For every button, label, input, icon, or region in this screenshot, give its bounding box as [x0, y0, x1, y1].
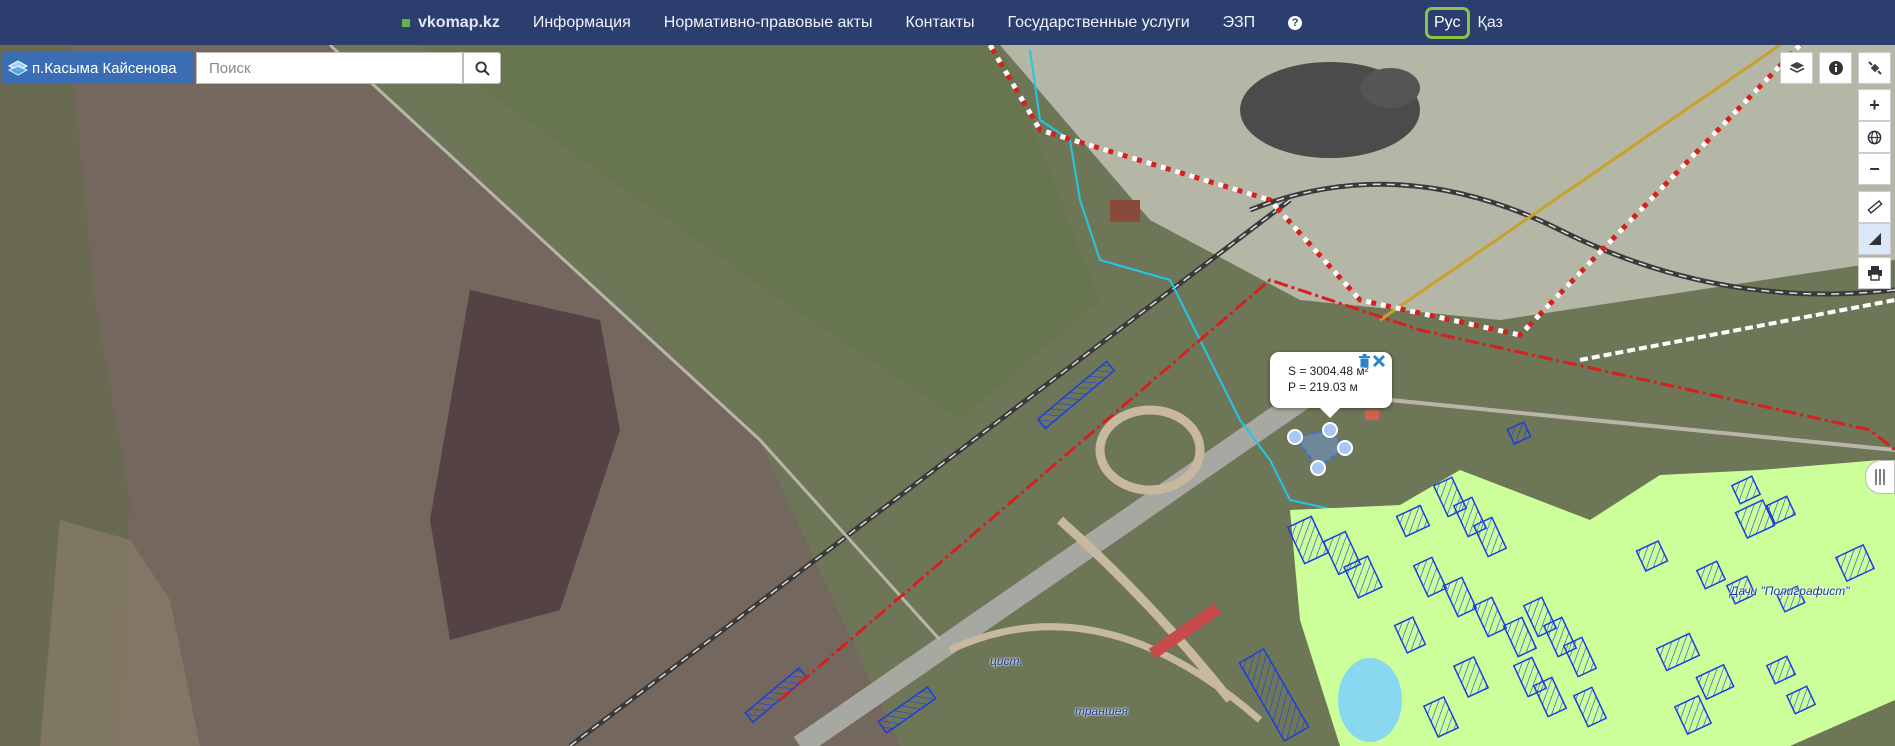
satellite-map[interactable]: [0, 45, 1895, 746]
nav-item-contacts[interactable]: Контакты: [905, 14, 974, 32]
nav-item-legal-acts[interactable]: Нормативно-правовые акты: [664, 14, 873, 32]
plus-icon: +: [1869, 94, 1880, 115]
lake-inner: [1360, 68, 1420, 108]
ruler-icon: [1866, 199, 1883, 215]
building: [1110, 200, 1140, 222]
measure-distance-button[interactable]: [1858, 191, 1891, 223]
main-nav: vkomap.kz Информация Нормативно-правовые…: [402, 0, 1335, 45]
layers-stack-icon: [1789, 62, 1804, 73]
popup-actions: [1358, 354, 1386, 368]
globe-icon: [1867, 130, 1882, 144]
measure-vertex[interactable]: [1322, 422, 1338, 438]
brand-link[interactable]: vkomap.kz: [402, 14, 500, 32]
pond: [1338, 658, 1402, 742]
top-navigation-bar: vkomap.kz Информация Нормативно-правовые…: [0, 0, 1895, 45]
info-button[interactable]: [1819, 52, 1852, 84]
measurement-popup: S = 3004.48 м² P = 219.03 м: [1270, 352, 1392, 418]
map-label-cist: цист.: [990, 654, 1023, 668]
brand-text: vkomap.kz: [418, 13, 500, 31]
location-selector-button[interactable]: п.Касыма Кайсенова: [2, 52, 194, 84]
measure-area-button[interactable]: [1858, 223, 1891, 255]
nav-item-gov-services[interactable]: Государственные услуги: [1008, 14, 1190, 32]
help-icon[interactable]: ?: [1288, 15, 1303, 30]
search-icon: [474, 60, 490, 76]
measure-vertex[interactable]: [1337, 440, 1353, 456]
print-icon: [1867, 266, 1882, 281]
nav-item-ezp[interactable]: ЭЗП: [1223, 14, 1255, 32]
language-switcher: Рус Қаз: [1425, 7, 1503, 39]
nav-item-information[interactable]: Информация: [533, 14, 631, 32]
search-input[interactable]: [196, 52, 463, 84]
search-button[interactable]: [463, 52, 501, 84]
drag-handle-icon: [1875, 469, 1885, 485]
zoom-in-button[interactable]: +: [1858, 89, 1891, 121]
zoom-out-button[interactable]: −: [1858, 153, 1891, 185]
measure-vertex[interactable]: [1287, 429, 1303, 445]
measure-vertex[interactable]: [1310, 460, 1326, 476]
layers-icon: [8, 60, 28, 76]
lang-kz-button[interactable]: Қаз: [1478, 14, 1503, 32]
map-canvas[interactable]: [0, 45, 1895, 746]
location-label: п.Касыма Кайсенова: [32, 59, 177, 77]
satellite-button[interactable]: [1858, 52, 1891, 84]
satellite-icon: [1867, 61, 1882, 75]
trash-icon[interactable]: [1358, 354, 1371, 368]
globe-button[interactable]: [1858, 121, 1891, 153]
layers-toggle-button[interactable]: [1780, 52, 1813, 84]
map-label-transhea: траншея: [1075, 704, 1128, 718]
popup-perimeter-text: P = 219.03 м: [1288, 380, 1358, 394]
area-measure-icon: [1868, 233, 1881, 245]
map-label-dachi: Дачи "Полиграфист": [1730, 584, 1850, 598]
building: [1365, 410, 1379, 420]
side-panel-handle[interactable]: [1865, 460, 1895, 494]
lang-ru-button[interactable]: Рус: [1425, 7, 1470, 39]
minus-icon: −: [1869, 158, 1880, 179]
close-icon[interactable]: [1372, 354, 1386, 368]
print-button[interactable]: [1858, 257, 1891, 289]
brand-dot-icon: [402, 18, 410, 27]
info-icon: [1828, 61, 1843, 75]
